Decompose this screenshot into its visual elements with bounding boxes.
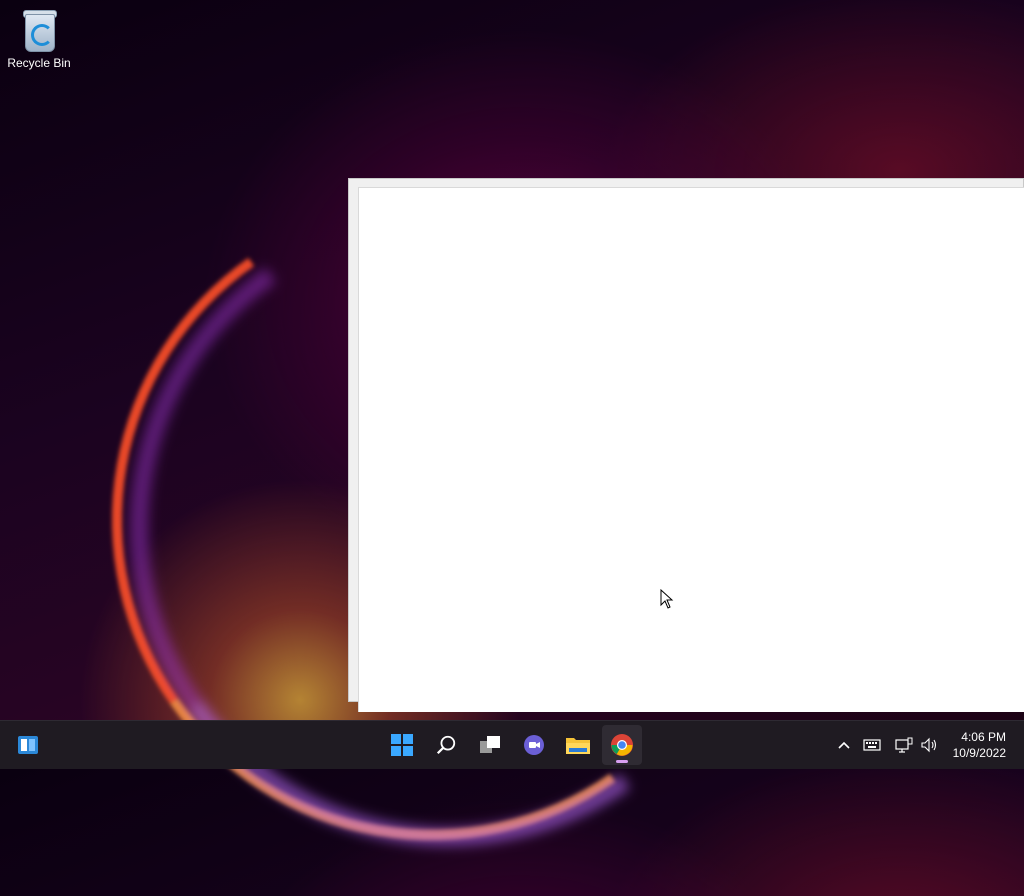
desktop-icon-label: Recycle Bin [7,56,71,70]
file-explorer-button[interactable] [558,725,598,765]
chevron-up-icon [838,741,850,749]
task-view-icon [480,736,500,753]
chat-icon [524,735,544,755]
recycle-bin-icon [21,8,57,52]
app-window-content[interactable] [358,187,1024,712]
file-explorer-icon [566,738,590,754]
search-button[interactable] [426,725,466,765]
clock-time: 4:06 PM [961,730,1006,744]
system-tray [832,721,942,769]
widgets-button[interactable] [8,725,48,765]
chrome-button[interactable] [602,725,642,765]
input-method-button[interactable] [860,733,884,757]
active-app-indicator [616,760,628,763]
widgets-icon [18,736,38,754]
show-hidden-icons-button[interactable] [832,733,856,757]
taskbar: 4:06 PM 10/9/2022 [0,720,1024,769]
network-icon [895,737,913,753]
clock-date: 10/9/2022 [952,746,1006,760]
volume-button[interactable] [918,733,942,757]
keyboard-icon [863,739,881,751]
clock[interactable]: 4:06 PM 10/9/2022 [953,729,1006,761]
windows-start-icon [391,734,413,756]
network-button[interactable] [892,733,916,757]
task-view-button[interactable] [470,725,510,765]
desktop-icon-recycle-bin[interactable]: Recycle Bin [4,8,74,70]
start-button[interactable] [382,725,422,765]
chat-button[interactable] [514,725,554,765]
volume-icon [921,737,937,753]
mouse-cursor-icon [660,589,674,609]
chrome-icon [611,734,633,756]
search-icon [436,735,456,755]
